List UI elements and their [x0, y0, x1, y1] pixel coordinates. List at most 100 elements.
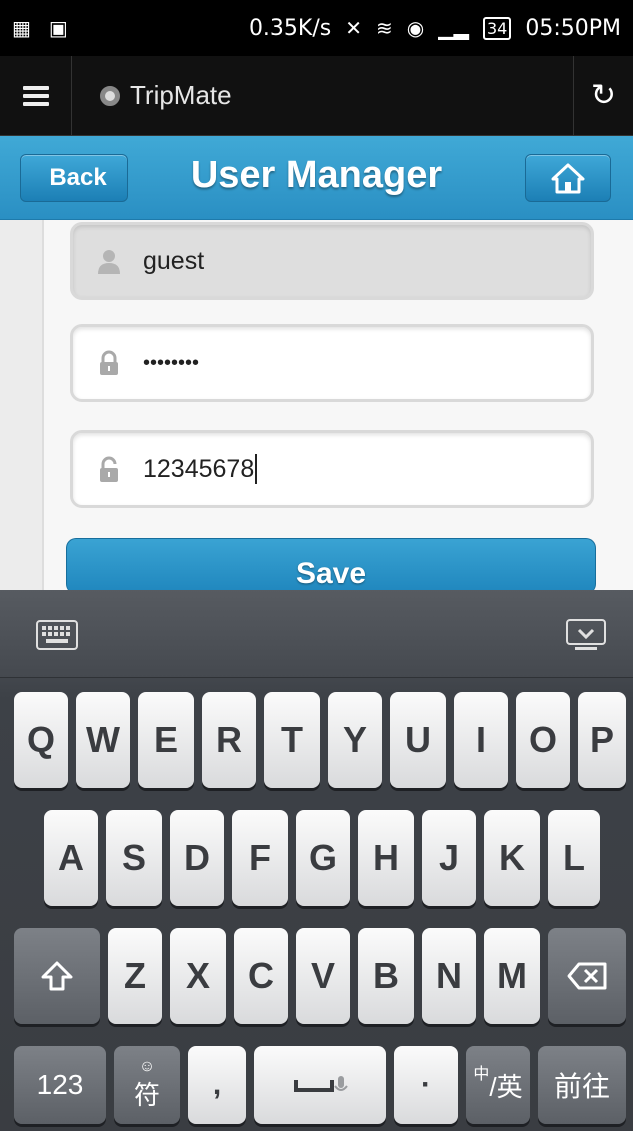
backspace-key[interactable] — [548, 928, 626, 1024]
page-header: Back User Manager — [0, 136, 633, 220]
image-notification-icon: ▣ — [48, 16, 68, 40]
key-x[interactable]: X — [170, 928, 226, 1024]
key-label: 123 — [36, 1069, 84, 1100]
refresh-icon: ↻ — [590, 78, 617, 113]
key-v[interactable]: V — [296, 928, 350, 1024]
key-e[interactable]: E — [138, 692, 194, 788]
save-button[interactable]: Save — [66, 538, 596, 594]
key-label: O — [528, 719, 557, 760]
space-icon — [294, 1076, 348, 1092]
key-u[interactable]: U — [390, 692, 446, 788]
key-label: /英 — [489, 1071, 523, 1102]
key-b[interactable]: B — [358, 928, 414, 1024]
keyboard-icon[interactable] — [36, 620, 78, 650]
app-title-text: TripMate — [130, 80, 232, 110]
new-password-field[interactable]: 12345678 — [70, 430, 594, 508]
key-f[interactable]: F — [232, 810, 288, 906]
key-k[interactable]: K — [484, 810, 540, 906]
app-logo-icon — [100, 85, 120, 106]
language-key[interactable]: 中 /英 — [466, 1046, 530, 1124]
username-field: guest — [70, 222, 594, 300]
hide-keyboard-icon[interactable] — [565, 618, 607, 652]
key-label: J — [438, 837, 460, 878]
key-c[interactable]: C — [234, 928, 288, 1024]
space-key[interactable] — [254, 1046, 386, 1124]
key-label: S — [121, 837, 146, 878]
app-action-bar: TripMate ↻ — [0, 55, 633, 136]
key-label: , — [212, 1068, 222, 1101]
comma-key[interactable]: , — [188, 1046, 246, 1124]
key-a[interactable]: A — [44, 810, 98, 906]
key-label: 符 — [133, 1079, 160, 1110]
key-label: V — [310, 955, 335, 996]
menu-button[interactable] — [0, 55, 72, 136]
home-button[interactable] — [525, 154, 611, 202]
text-cursor — [255, 454, 258, 484]
clock: 05:50PM — [525, 15, 621, 41]
key-q[interactable]: Q — [14, 692, 68, 788]
unlock-icon — [91, 455, 127, 483]
signal-icon: ▁▂ — [438, 16, 469, 40]
new-password-value: 12345678 — [143, 454, 255, 483]
key-g[interactable]: G — [296, 810, 350, 906]
username-value: guest — [143, 246, 205, 275]
key-t[interactable]: T — [264, 692, 320, 788]
app-title: TripMate — [100, 80, 232, 111]
key-label: D — [184, 837, 210, 878]
key-p[interactable]: P — [578, 692, 626, 788]
refresh-button[interactable]: ↻ — [573, 55, 633, 136]
user-icon — [91, 248, 127, 274]
key-n[interactable]: N — [422, 928, 476, 1024]
key-label: C — [248, 955, 274, 996]
key-label: F — [249, 837, 271, 878]
key-w[interactable]: W — [76, 692, 130, 788]
battery-level: 34 — [482, 16, 512, 40]
emoji-icon: ☺ — [138, 1057, 156, 1075]
key-label: Q — [26, 719, 55, 760]
key-i[interactable]: I — [454, 692, 508, 788]
key-j[interactable]: J — [422, 810, 476, 906]
lock-icon — [91, 350, 127, 376]
key-label: X — [185, 955, 210, 996]
key-label: I — [475, 719, 486, 760]
shift-icon — [41, 961, 73, 991]
wifi-icon: ≋ — [376, 16, 393, 40]
key-label: B — [373, 955, 399, 996]
key-label: · — [421, 1068, 431, 1101]
key-d[interactable]: D — [170, 810, 224, 906]
key-label: G — [308, 837, 337, 878]
password-value: •••••••• — [143, 351, 200, 374]
key-label: K — [499, 837, 525, 878]
key-label: W — [86, 719, 120, 760]
key-r[interactable]: R — [202, 692, 256, 788]
key-label: L — [563, 837, 585, 878]
numbers-key[interactable]: 123 — [14, 1046, 106, 1124]
key-h[interactable]: H — [358, 810, 414, 906]
network-speed: 0.35K/s — [248, 15, 332, 41]
period-key[interactable]: · — [394, 1046, 458, 1124]
key-label: Z — [124, 955, 146, 996]
key-label: Y — [342, 719, 367, 760]
shift-key[interactable] — [14, 928, 100, 1024]
menu-icon — [22, 85, 49, 106]
data-disabled-icon: ◉ — [406, 16, 425, 40]
password-field[interactable]: •••••••• — [70, 324, 594, 402]
key-label: M — [497, 955, 527, 996]
key-l[interactable]: L — [548, 810, 600, 906]
key-label: T — [281, 719, 303, 760]
key-o[interactable]: O — [516, 692, 570, 788]
home-icon — [551, 163, 585, 194]
status-bar: ▦ ▣ 0.35K/s ✕ ≋ ◉ ▁▂ 34 05:50PM — [0, 0, 633, 56]
go-key[interactable]: 前往 — [538, 1046, 626, 1124]
key-label-small: 中 — [473, 1066, 490, 1083]
key-z[interactable]: Z — [108, 928, 162, 1024]
symbols-key[interactable]: ☺ 符 — [114, 1046, 180, 1124]
backspace-icon — [567, 962, 607, 990]
key-label: R — [216, 719, 242, 760]
key-label: E — [153, 719, 178, 760]
key-s[interactable]: S — [106, 810, 162, 906]
key-label: N — [436, 955, 462, 996]
keyboard-toolbar — [0, 590, 633, 678]
key-y[interactable]: Y — [328, 692, 382, 788]
key-m[interactable]: M — [484, 928, 540, 1024]
